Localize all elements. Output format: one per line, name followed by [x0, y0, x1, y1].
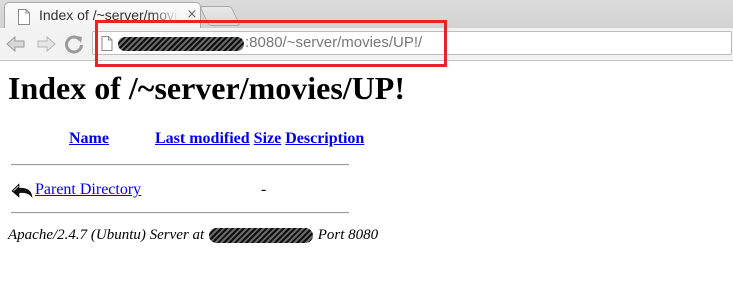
- page-title: Index of /~server/movies/UP!: [8, 70, 405, 106]
- redacted-host: [208, 228, 313, 244]
- description-column-header: Description: [284, 128, 365, 150]
- sort-by-name-link[interactable]: Name: [69, 130, 109, 147]
- directory-listing: Name Last modified Size Description: [8, 126, 367, 152]
- page-icon: [18, 9, 30, 25]
- parent-directory-link[interactable]: Parent Directory: [35, 179, 141, 201]
- divider: [11, 212, 349, 214]
- address-bar[interactable]: :8080/~server/movies/UP!/: [92, 31, 732, 55]
- name-column-header: Name: [26, 128, 152, 150]
- browser-tab[interactable]: Index of /~server/movies/UP!/ ×: [4, 2, 201, 29]
- server-signature: Apache/2.4.7 (Ubuntu) Server at Port 808…: [8, 225, 378, 245]
- size-cell: -: [261, 181, 267, 198]
- page-icon: [101, 36, 113, 51]
- tab-title: Index of /~server/movies/UP!/: [39, 7, 179, 23]
- sort-by-size-link[interactable]: Size: [254, 130, 282, 147]
- last-modified-column-header: Last modified: [154, 128, 251, 150]
- new-tab-button[interactable]: [199, 6, 241, 26]
- divider: [11, 164, 349, 166]
- sort-by-last-modified-link[interactable]: Last modified: [155, 130, 250, 147]
- back-arrow-icon[interactable]: [4, 32, 28, 56]
- sort-by-description-link[interactable]: Description: [285, 130, 364, 147]
- close-tab-icon[interactable]: ×: [185, 7, 199, 23]
- curved-back-arrow-icon: [11, 183, 33, 199]
- server-signature-prefix: Apache/2.4.7 (Ubuntu) Server at: [8, 227, 205, 243]
- icon-column: [10, 128, 24, 150]
- forward-arrow-icon[interactable]: [34, 32, 58, 56]
- server-signature-suffix: Port 8080: [317, 227, 379, 243]
- reload-icon[interactable]: [62, 32, 86, 56]
- browser-toolbar: :8080/~server/movies/UP!/: [0, 28, 733, 61]
- url-text: :8080/~server/movies/UP!/: [245, 34, 423, 51]
- size-column-header: Size: [253, 128, 283, 150]
- redacted-host: [118, 37, 244, 51]
- tab-strip: Index of /~server/movies/UP!/ ×: [0, 0, 733, 29]
